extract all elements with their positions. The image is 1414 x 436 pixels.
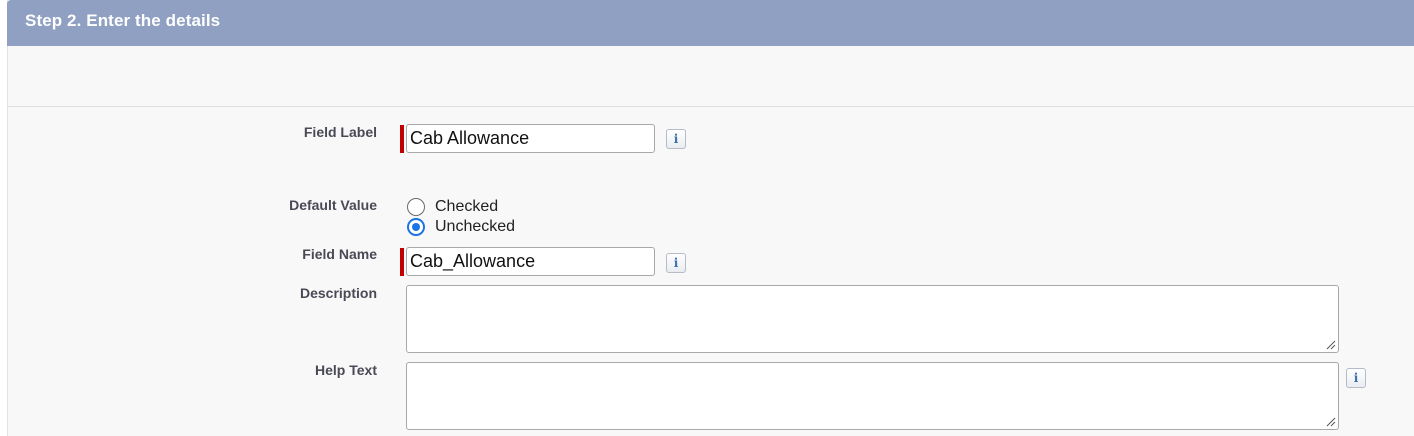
default-value-label: Default Value — [289, 197, 377, 213]
step-header: Step 2. Enter the details — [7, 0, 1414, 46]
field-label-label: Field Label — [303, 124, 377, 140]
field-name-info-icon[interactable]: i — [666, 253, 686, 273]
resize-handle-icon[interactable] — [1326, 417, 1336, 427]
radio-unchecked-label[interactable]: Unchecked — [435, 217, 515, 237]
field-name-input[interactable]: Cab_Allowance — [406, 247, 655, 276]
description-textarea[interactable] — [406, 285, 1339, 353]
section-divider — [7, 106, 1414, 107]
help-text-label: Help Text — [315, 362, 377, 378]
page: Step 2. Enter the details Field Label Ca… — [0, 0, 1414, 436]
step-title: Step 2. Enter the details — [25, 11, 221, 30]
required-indicator — [400, 248, 404, 276]
description-label: Description — [299, 285, 377, 301]
help-text-info-icon[interactable]: i — [1346, 368, 1366, 388]
radio-checked[interactable] — [407, 198, 425, 216]
field-label-input[interactable]: Cab Allowance — [406, 124, 655, 153]
field-label-info-icon[interactable]: i — [666, 129, 686, 149]
resize-handle-icon[interactable] — [1326, 340, 1336, 350]
required-indicator — [400, 125, 404, 153]
radio-checked-label[interactable]: Checked — [435, 197, 498, 217]
radio-unchecked[interactable] — [407, 218, 425, 236]
field-name-label: Field Name — [302, 246, 377, 262]
help-text-textarea[interactable] — [406, 362, 1339, 430]
